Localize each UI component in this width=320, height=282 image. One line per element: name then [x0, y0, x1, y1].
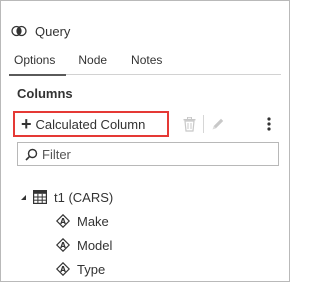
svg-text:A: A	[60, 217, 66, 226]
tab-notes[interactable]: Notes	[119, 51, 174, 75]
tab-options[interactable]: Options	[9, 51, 67, 76]
more-options-icon[interactable]	[261, 116, 277, 132]
tree-node-column-label: Model	[77, 237, 113, 253]
plus-icon: +	[21, 114, 32, 134]
expand-caret-icon[interactable]	[19, 193, 27, 201]
filter-input[interactable]	[42, 146, 262, 162]
character-column-icon: A	[55, 261, 71, 277]
tab-node[interactable]: Node	[66, 51, 119, 75]
trash-icon[interactable]	[181, 116, 197, 132]
character-column-icon: A	[55, 237, 71, 253]
calculated-column-button[interactable]: + Calculated Column	[13, 111, 169, 137]
panel-header: Query	[11, 21, 70, 41]
svg-text:A: A	[60, 241, 66, 250]
query-panel: Query Options Node Notes Columns + Calcu…	[0, 0, 290, 282]
section-title-columns: Columns	[17, 86, 73, 101]
tree-node-column[interactable]: A Model	[55, 235, 112, 255]
columns-toolbar: + Calculated Column	[13, 111, 279, 137]
character-column-icon: A	[55, 213, 71, 229]
venn-icon	[11, 23, 27, 39]
toolbar-divider	[203, 115, 204, 133]
filter-field[interactable]	[17, 142, 279, 166]
tree-node-column[interactable]: A Make	[55, 211, 109, 231]
tab-bar: Options Node Notes	[9, 51, 281, 76]
tree-node-table-label: t1 (CARS)	[54, 189, 114, 205]
calculated-column-label: Calculated Column	[35, 116, 146, 132]
tree-node-column[interactable]: A Type	[55, 259, 105, 279]
svg-text:A: A	[60, 265, 66, 274]
tree-node-column-label: Make	[77, 213, 109, 229]
tree-node-table[interactable]: t1 (CARS)	[19, 187, 113, 207]
pencil-icon[interactable]	[210, 116, 226, 132]
tree-node-column-label: Type	[77, 261, 106, 277]
panel-title: Query	[35, 23, 71, 39]
search-icon	[24, 147, 38, 161]
table-icon	[32, 189, 48, 205]
